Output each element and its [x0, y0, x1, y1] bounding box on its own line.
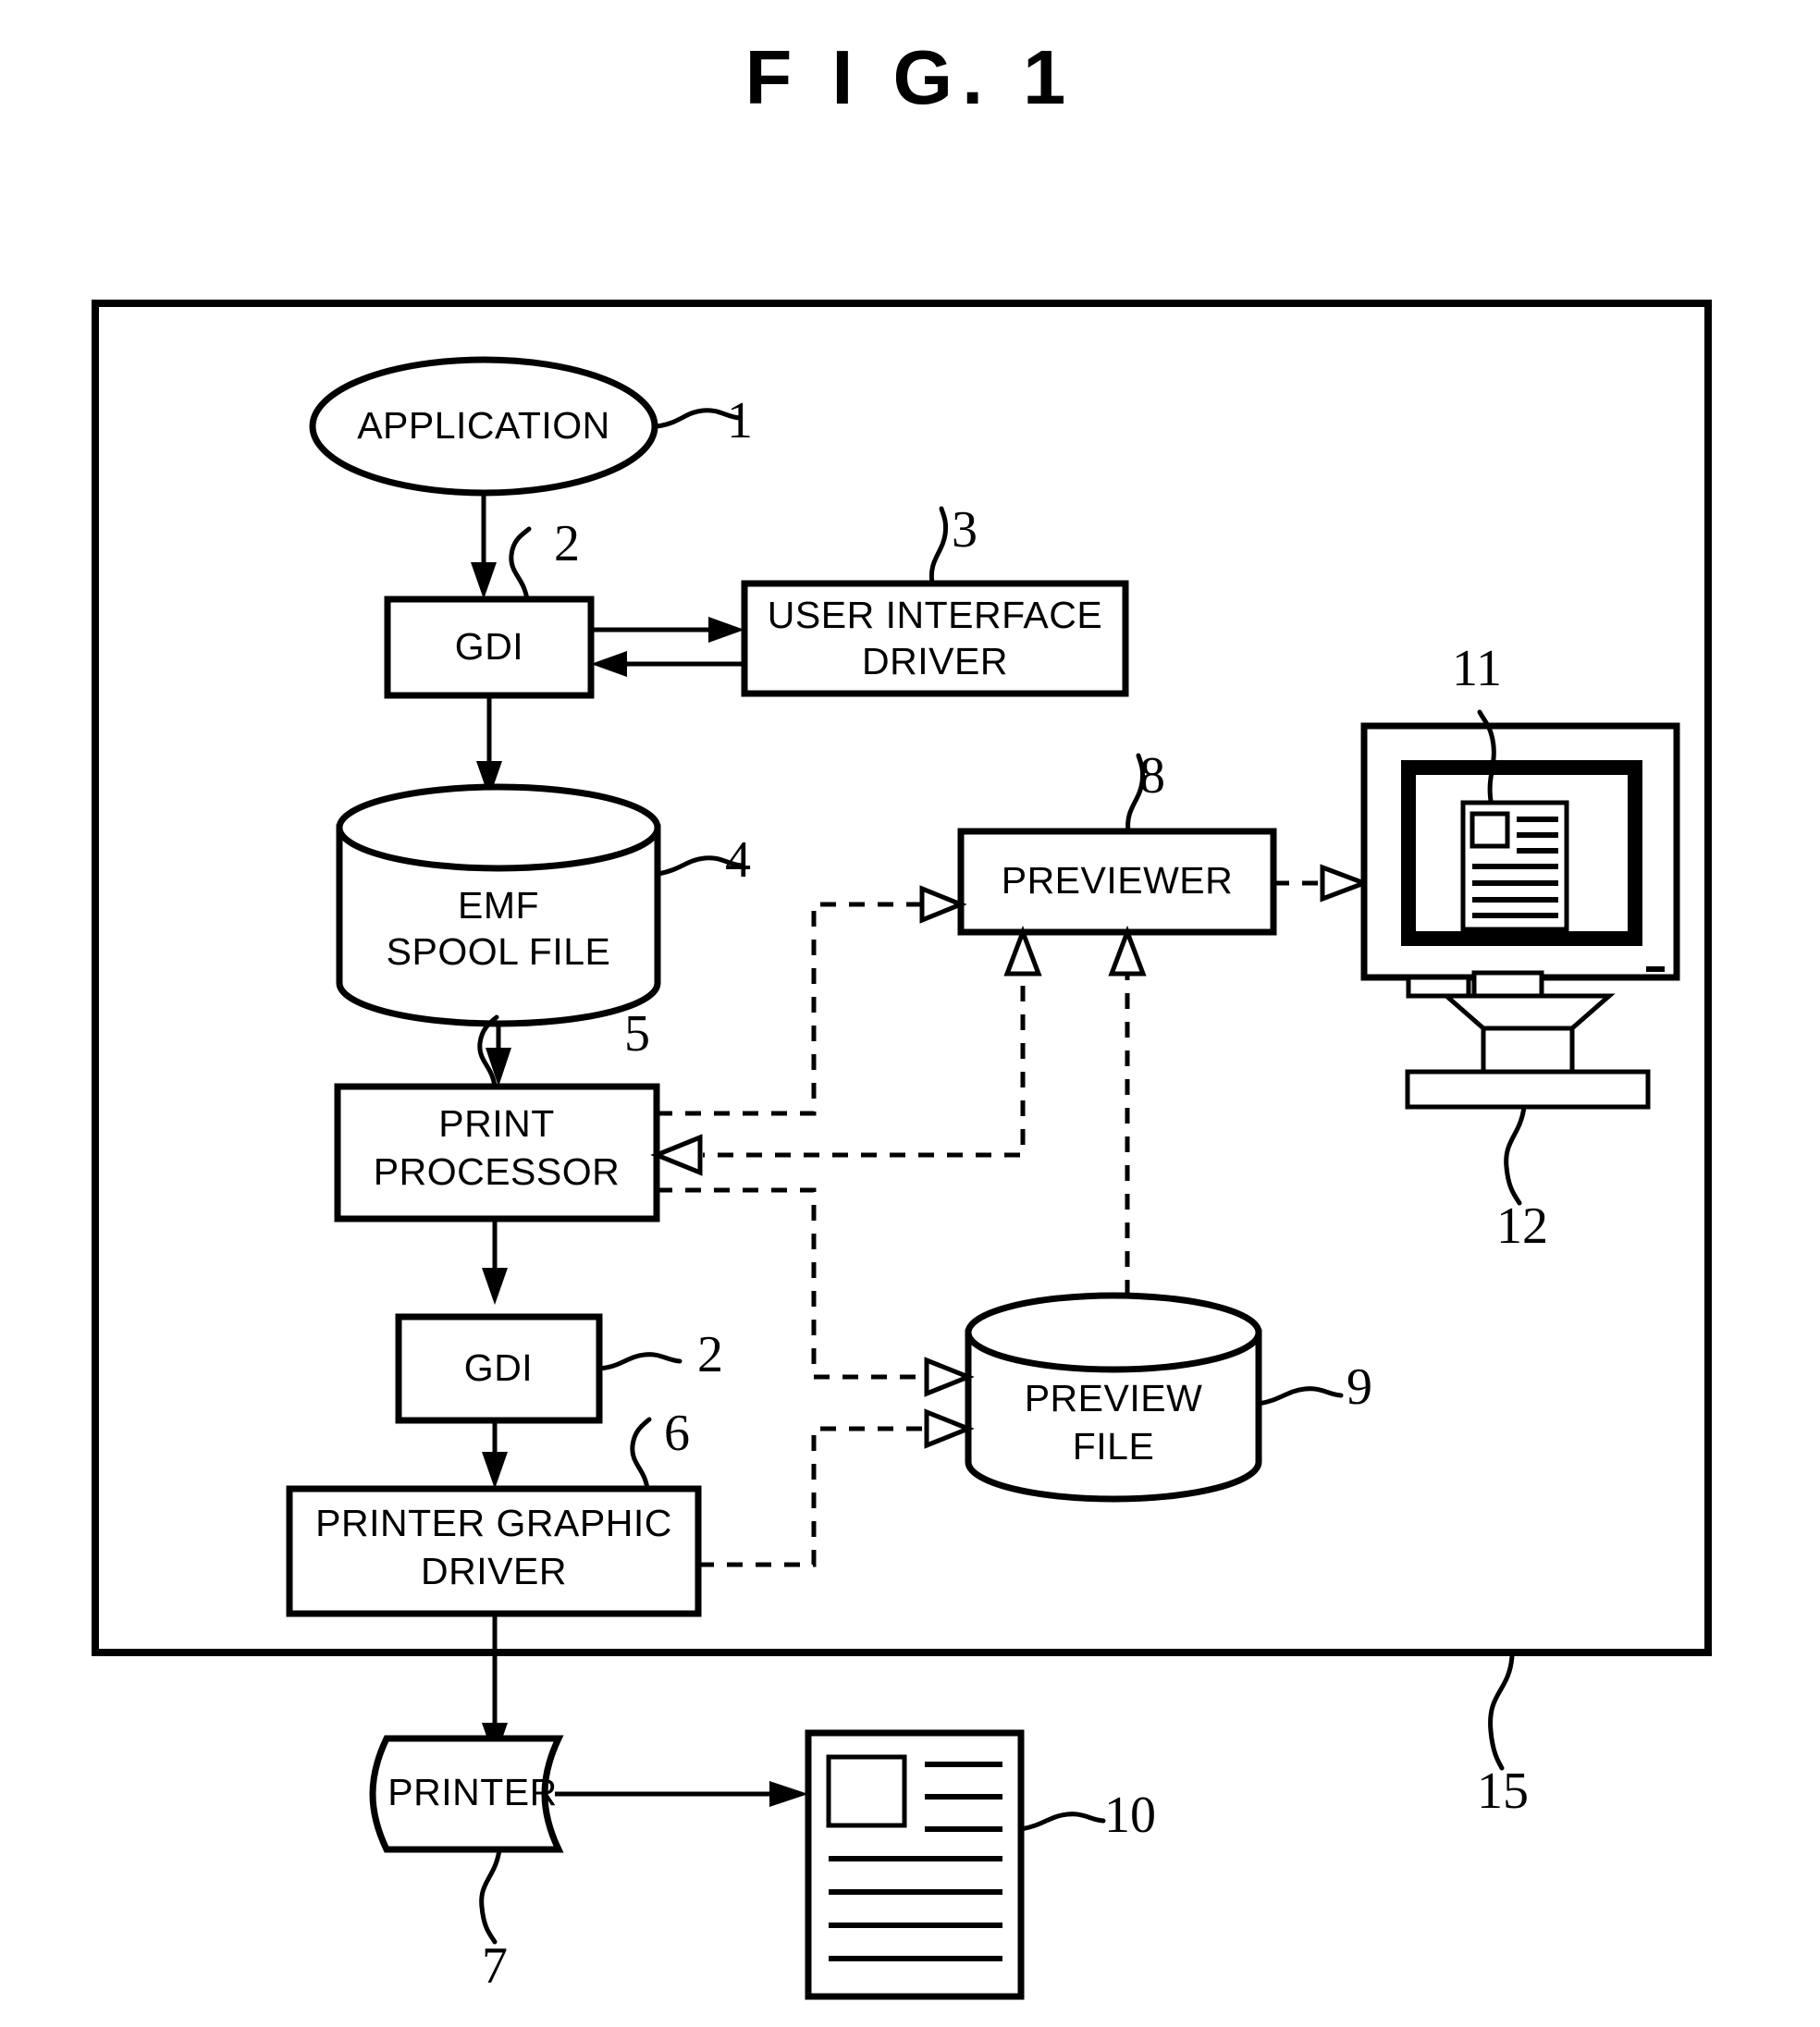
ref-number-15: 15	[1477, 1763, 1529, 1820]
application-label: APPLICATION	[357, 404, 610, 447]
arrowhead-dashed-previewer-bottom-right	[1108, 925, 1147, 977]
monitor-control-button	[1406, 975, 1471, 999]
ref-number-8: 8	[1139, 747, 1165, 805]
arrowhead-printer-to-printed-document	[769, 1781, 808, 1807]
preview-file-top	[965, 1292, 1262, 1373]
arrowhead-dashed-to-previewer-left	[919, 885, 967, 924]
ref-number-2-top: 2	[554, 515, 580, 572]
user-interface-driver-label-line1: USER INTERFACE	[768, 594, 1102, 636]
leader-2-bottom	[596, 1352, 682, 1371]
emf-spool-file-top	[336, 783, 661, 872]
gdi-bottom-label: GDI	[464, 1346, 533, 1389]
monitor-neck	[1481, 1026, 1575, 1075]
ref-number-11: 11	[1452, 640, 1502, 697]
monitor-control-button	[1471, 970, 1544, 999]
ref-number-10: 10	[1104, 1787, 1156, 1844]
dashed-previewer-to-print-processor	[703, 957, 1026, 1158]
printer-graphic-driver-label-line1: PRINTER GRAPHIC	[315, 1502, 672, 1544]
ref-number-7: 7	[482, 1937, 508, 1995]
ref-number-12: 12	[1496, 1198, 1548, 1255]
ref-number-9: 9	[1347, 1358, 1372, 1416]
ref-number-1: 1	[727, 392, 753, 449]
printer-graphic-driver-label-line2: DRIVER	[421, 1550, 567, 1592]
print-processor-label-line1: PRINT	[438, 1102, 555, 1145]
ref-number-6: 6	[664, 1405, 690, 1462]
monitor-neck-taper	[1440, 993, 1616, 1031]
preview-file-label-line1: PREVIEW	[1025, 1377, 1203, 1419]
print-processor-label-line2: PROCESSOR	[374, 1150, 621, 1193]
emf-spool-file-label-line1: EMF	[458, 884, 539, 927]
arrowhead-print-processor-to-gdi-bottom	[482, 1268, 508, 1305]
monitor-base	[1405, 1069, 1651, 1110]
leader-15	[1488, 1653, 1515, 1771]
leader-9	[1256, 1386, 1344, 1407]
printer-label: PRINTER	[387, 1771, 557, 1813]
leader-2-top	[509, 526, 532, 602]
arrowhead-application-to-gdi	[471, 562, 497, 599]
preview-file-label-line2: FILE	[1073, 1425, 1155, 1468]
dashed-printer-graphic-driver-to-preview-file	[698, 1426, 927, 1567]
arrowhead-ui-driver-to-gdi	[591, 651, 627, 677]
patent-diagram: APPLICATION GDI USER INTERFACE DRIVER EM…	[92, 300, 1712, 2000]
gdi-top-label: GDI	[455, 625, 523, 668]
printed-document-image-block	[826, 1754, 907, 1828]
ref-number-3: 3	[952, 501, 978, 559]
arrowhead-gdi-bottom-to-printer-graphic-driver	[482, 1452, 508, 1489]
leader-6	[630, 1417, 652, 1492]
arrowhead-dashed-previewer-bottom-left	[1003, 925, 1042, 977]
arrowhead-dashed-to-monitor	[1320, 864, 1371, 903]
ref-number-5: 5	[624, 1005, 650, 1063]
preview-document-image-block	[1470, 811, 1510, 849]
emf-spool-file-label-line2: SPOOL FILE	[387, 930, 611, 973]
arrowhead-dashed-to-preview-file-lower	[924, 1408, 975, 1449]
arrowhead-dashed-to-preview-file-upper	[924, 1357, 975, 1397]
dashed-print-processor-to-previewer	[657, 902, 927, 1116]
ref-number-4: 4	[725, 831, 751, 889]
arrowhead-gdi-to-ui-driver	[708, 617, 744, 643]
leader-10	[1018, 1812, 1106, 1832]
leader-7	[479, 1847, 502, 1945]
ref-number-2-bottom: 2	[697, 1326, 723, 1383]
figure-root: F I G. 1 APPLICATION GDI USER INTERFACE …	[0, 0, 1820, 2027]
leader-3	[928, 506, 948, 586]
user-interface-driver-label-line2: DRIVER	[862, 640, 1008, 682]
arrowhead-dashed-to-print-processor	[650, 1134, 703, 1176]
previewer-label: PREVIEWER	[1002, 859, 1234, 902]
leader-12	[1504, 1104, 1527, 1206]
